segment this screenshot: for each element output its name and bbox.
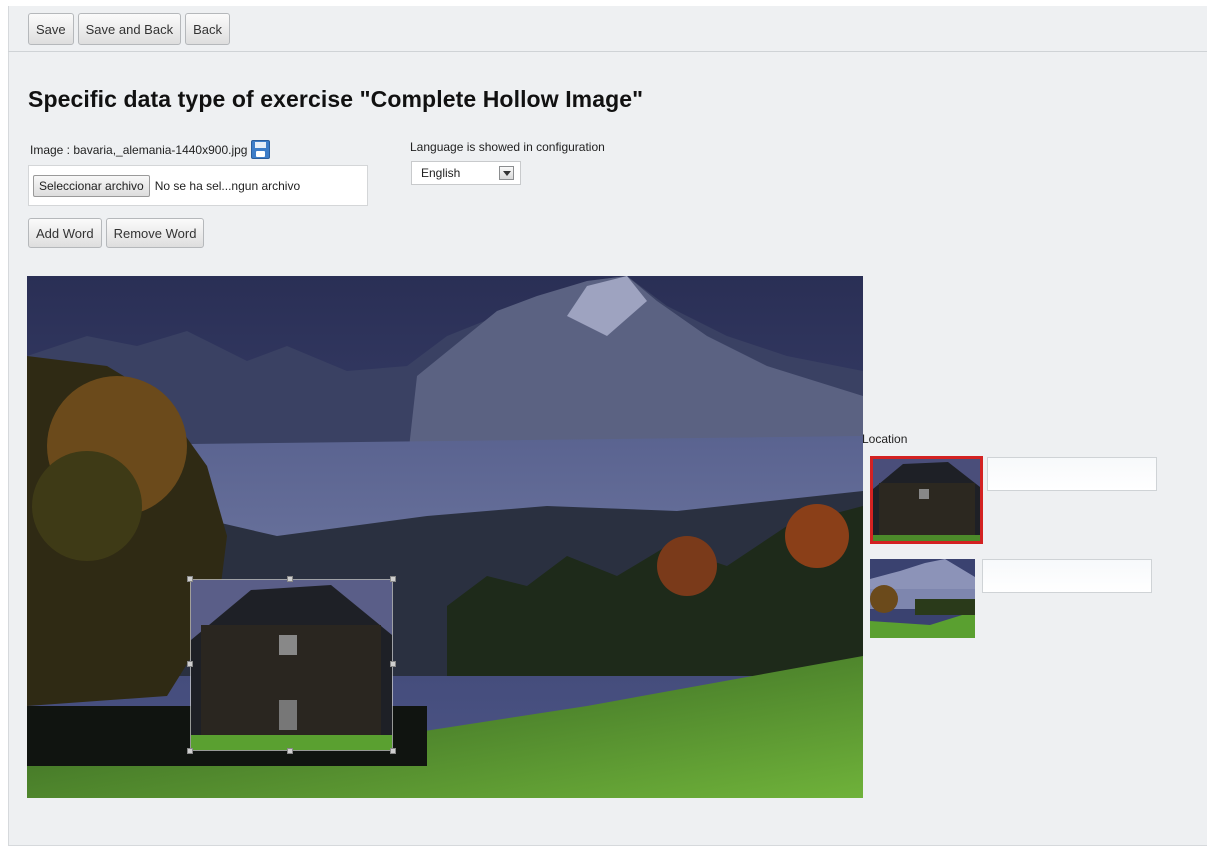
location-label: Location [862, 432, 908, 446]
resize-handle[interactable] [287, 576, 293, 582]
save-button[interactable]: Save [28, 13, 74, 45]
word-input[interactable] [982, 559, 1152, 593]
exercise-image[interactable] [27, 276, 863, 798]
image-label: Image : bavaria,_alemania-1440x900.jpg [30, 142, 248, 157]
add-word-button[interactable]: Add Word [28, 218, 102, 248]
word-thumbnail[interactable] [870, 456, 983, 544]
back-button[interactable]: Back [185, 13, 230, 45]
word-input[interactable] [987, 457, 1157, 491]
word-buttons: Add Word Remove Word [28, 218, 205, 248]
resize-handle[interactable] [187, 661, 193, 667]
chevron-down-icon[interactable] [499, 166, 514, 180]
save-icon[interactable] [251, 140, 271, 159]
remove-word-button[interactable]: Remove Word [105, 218, 205, 248]
resize-handle[interactable] [390, 576, 396, 582]
resize-handle[interactable] [287, 748, 293, 754]
file-upload: Seleccionar archivo No se ha sel...ngun … [28, 165, 368, 206]
toolbar-divider [8, 51, 1207, 52]
resize-handle[interactable] [187, 748, 193, 754]
image-info: Image : bavaria,_alemania-1440x900.jpg [30, 140, 271, 159]
language-selected: English [421, 166, 461, 180]
toolbar: Save Save and Back Back [28, 13, 230, 45]
hollow-selection[interactable] [187, 576, 396, 754]
page-title: Specific data type of exercise "Complete… [28, 86, 644, 112]
language-select[interactable]: English [411, 161, 521, 185]
word-thumbnail[interactable] [870, 559, 975, 638]
resize-handle[interactable] [390, 661, 396, 667]
choose-file-button[interactable]: Seleccionar archivo [33, 174, 150, 197]
save-and-back-button[interactable]: Save and Back [77, 13, 182, 45]
file-status: No se ha sel...ngun archivo [154, 178, 301, 193]
language-label: Language is showed in configuration [410, 140, 605, 154]
resize-handle[interactable] [187, 576, 193, 582]
resize-handle[interactable] [390, 748, 396, 754]
